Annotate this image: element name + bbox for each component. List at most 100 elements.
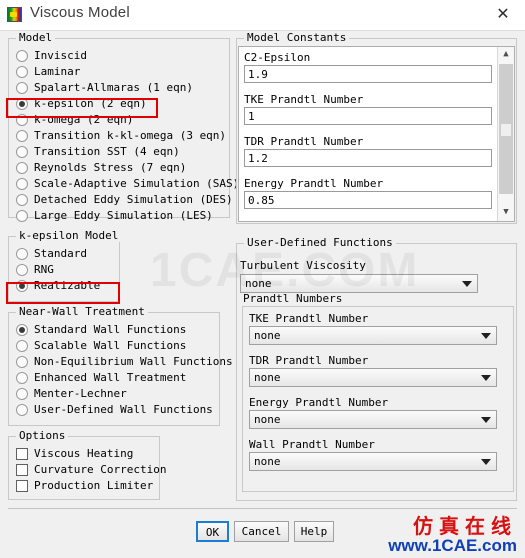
radio-icon <box>16 66 28 78</box>
checkbox-label: Curvature Correction <box>34 463 167 476</box>
ke-option-realizable[interactable]: Realizable <box>13 278 117 294</box>
radio-icon <box>16 82 28 94</box>
mc-input-energy-prandtl-number[interactable]: 0.85 <box>244 191 492 209</box>
radio-label: Inviscid <box>34 49 87 62</box>
radio-label: Scalable Wall Functions <box>34 339 187 352</box>
udf-value: none <box>254 371 281 384</box>
prandtl-numbers-group: Prandtl Numbers TKE Prandtl Number none TD… <box>242 293 514 492</box>
radio-label: RNG <box>34 263 54 276</box>
mc-label-tke-prandtl-number: TKE Prandtl Number <box>244 93 364 106</box>
radio-icon <box>16 264 28 276</box>
radio-icon <box>16 372 28 384</box>
title-bar: Viscous Model ✕ <box>0 0 525 31</box>
ke-model-group-legend: k-epsilon Model <box>16 230 122 242</box>
nearwall-option-standard-wall-functions[interactable]: Standard Wall Functions <box>13 322 217 338</box>
mc-label-tdr-prandtl-number: TDR Prandtl Number <box>244 135 364 148</box>
radio-icon <box>16 356 28 368</box>
model-option-scale-adaptive-simulation-sas[interactable]: Scale-Adaptive Simulation (SAS) <box>13 176 239 192</box>
watermark-chinese: 仿真在线 <box>413 514 517 538</box>
udf-value: none <box>254 413 281 426</box>
radio-label: Realizable <box>34 279 101 292</box>
radio-label: Laminar <box>34 65 81 78</box>
ke-option-standard[interactable]: Standard <box>13 246 117 262</box>
radio-icon <box>16 280 28 292</box>
radio-label: Standard Wall Functions <box>34 323 187 336</box>
model-option-k-epsilon-2-eqn[interactable]: k-epsilon (2 eqn) <box>13 96 227 112</box>
radio-icon <box>16 162 28 174</box>
radio-icon <box>16 404 28 416</box>
options-group: Options Viscous Heating Curvature Correct… <box>8 430 166 500</box>
radio-label: Detached Eddy Simulation (DES) <box>34 193 233 206</box>
radio-icon <box>16 324 28 336</box>
help-button[interactable]: Help <box>294 521 334 542</box>
window-title: Viscous Model <box>30 4 130 21</box>
chevron-down-icon <box>462 281 472 287</box>
radio-label: Standard <box>34 247 87 260</box>
model-option-detached-eddy-simulation-des[interactable]: Detached Eddy Simulation (DES) <box>13 192 233 208</box>
udf-dropdown-energy-prandtl-number[interactable]: none <box>249 410 497 429</box>
option-check-curvature-correction[interactable]: Curvature Correction <box>13 462 166 478</box>
model-option-laminar[interactable]: Laminar <box>13 64 227 80</box>
mc-input-tke-prandtl-number[interactable]: 1 <box>244 107 492 125</box>
radio-label: k-epsilon (2 eqn) <box>34 97 147 110</box>
mc-label-wall-prandtl-number: Wall Prandtl Number <box>244 219 370 221</box>
mc-input-tdr-prandtl-number[interactable]: 1.2 <box>244 149 492 167</box>
model-constants-scrollbar[interactable]: ▲ ▼ <box>497 47 514 221</box>
option-check-viscous-heating[interactable]: Viscous Heating <box>13 446 157 462</box>
model-option-transition-sst-4-eqn[interactable]: Transition SST (4 eqn) <box>13 144 227 160</box>
mc-input-c2-epsilon[interactable]: 1.9 <box>244 65 492 83</box>
near-wall-group-legend: Near-Wall Treatment <box>16 306 148 318</box>
cancel-button[interactable]: Cancel <box>234 521 289 542</box>
ok-button[interactable]: OK <box>196 521 229 542</box>
udf-value: none <box>254 455 281 468</box>
udf-dropdown-tdr-prandtl-number[interactable]: none <box>249 368 497 387</box>
radio-label: User-Defined Wall Functions <box>34 403 213 416</box>
radio-icon <box>16 388 28 400</box>
radio-label: Non-Equilibrium Wall Functions <box>34 355 233 368</box>
nearwall-option-menter-lechner[interactable]: Menter-Lechner <box>13 386 217 402</box>
nearwall-option-scalable-wall-functions[interactable]: Scalable Wall Functions <box>13 338 217 354</box>
radio-label: Enhanced Wall Treatment <box>34 371 187 384</box>
scroll-down-icon[interactable]: ▼ <box>498 205 514 221</box>
contour-plot-icon <box>7 7 22 22</box>
scroll-up-icon[interactable]: ▲ <box>498 47 514 63</box>
checkbox-label: Production Limiter <box>34 479 154 492</box>
model-option-transition-k-kl-omega-3-eqn[interactable]: Transition k-kl-omega (3 eqn) <box>13 128 227 144</box>
model-group: Model Inviscid Laminar Spalart-Allmaras (1… <box>8 32 239 222</box>
model-option-spalart-allmaras-1-eqn[interactable]: Spalart-Allmaras (1 eqn) <box>13 80 227 96</box>
radio-icon <box>16 210 28 222</box>
radio-icon <box>16 340 28 352</box>
radio-icon <box>16 146 28 158</box>
udf-label-energy-prandtl-number: Energy Prandtl Number <box>249 396 389 409</box>
ke-option-rng[interactable]: RNG <box>13 262 117 278</box>
radio-icon <box>16 98 28 110</box>
model-constants-legend: Model Constants <box>244 32 350 44</box>
prandtl-numbers-legend: Prandtl Numbers <box>243 293 346 305</box>
model-option-inviscid[interactable]: Inviscid <box>13 48 227 64</box>
nearwall-option-user-defined-wall-functions[interactable]: User-Defined Wall Functions <box>13 402 217 418</box>
udf-label-tdr-prandtl-number: TDR Prandtl Number <box>249 354 369 367</box>
udf-dropdown-wall-prandtl-number[interactable]: none <box>249 452 497 471</box>
udf-dropdown-tke-prandtl-number[interactable]: none <box>249 326 497 345</box>
chevron-down-icon <box>481 417 491 423</box>
model-option-k-omega-2-eqn[interactable]: k-omega (2 eqn) <box>13 112 227 128</box>
near-wall-group: Near-Wall Treatment Standard Wall Functi… <box>8 306 233 426</box>
udf-value: none <box>254 329 281 342</box>
nearwall-option-non-equilibrium-wall-functions[interactable]: Non-Equilibrium Wall Functions <box>13 354 233 370</box>
checkbox-icon <box>16 448 28 460</box>
checkbox-label: Viscous Heating <box>34 447 134 460</box>
chevron-down-icon <box>481 459 491 465</box>
udf-label-wall-prandtl-number: Wall Prandtl Number <box>249 438 375 451</box>
udf-group-legend: User-Defined Functions <box>244 237 396 249</box>
scrollbar-thumb[interactable] <box>499 64 513 194</box>
close-icon[interactable]: ✕ <box>481 0 525 29</box>
model-option-large-eddy-simulation-les[interactable]: Large Eddy Simulation (LES) <box>13 208 227 224</box>
option-check-production-limiter[interactable]: Production Limiter <box>13 478 157 494</box>
model-option-reynolds-stress-7-eqn[interactable]: Reynolds Stress (7 eqn) <box>13 160 227 176</box>
checkbox-icon <box>16 464 28 476</box>
turbulent-viscosity-dropdown[interactable]: none <box>240 274 478 293</box>
model-group-legend: Model <box>16 32 56 44</box>
chevron-down-icon <box>481 375 491 381</box>
nearwall-option-enhanced-wall-treatment[interactable]: Enhanced Wall Treatment <box>13 370 217 386</box>
radio-label: Transition SST (4 eqn) <box>34 145 180 158</box>
